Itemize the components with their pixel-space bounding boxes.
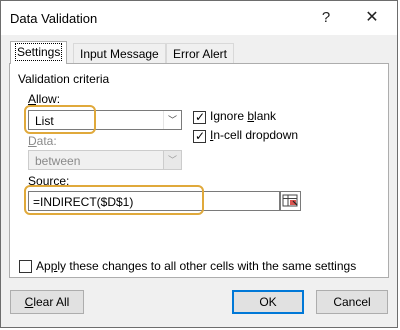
close-button[interactable]: ✕ <box>359 7 385 29</box>
in-cell-dropdown-label: In-cell dropdown <box>210 128 299 142</box>
tab-error-alert-label: Error Alert <box>173 47 228 61</box>
allow-select[interactable]: List ﹀ <box>28 110 182 130</box>
data-label: Data: <box>28 134 57 148</box>
in-cell-dropdown-checkbox[interactable]: ✓ <box>193 129 206 143</box>
data-validation-dialog: Data Validation ? ✕ Settings Input Messa… <box>0 0 398 328</box>
cancel-button[interactable]: Cancel <box>316 290 388 314</box>
ok-button[interactable]: OK <box>232 290 304 314</box>
data-select-value: between <box>35 154 81 168</box>
range-selector-icon <box>282 194 298 207</box>
range-selector-button[interactable] <box>280 191 301 211</box>
chevron-down-icon[interactable]: ﹀ <box>163 111 181 129</box>
source-input[interactable]: =INDIRECT($D$1) <box>28 191 280 211</box>
ignore-blank-checkbox[interactable]: ✓ <box>193 110 206 124</box>
apply-to-all-checkbox[interactable] <box>19 260 32 273</box>
allow-label: Allow: <box>28 92 61 106</box>
source-label: Source: <box>28 174 70 188</box>
title-bar[interactable]: Data Validation ? ✕ <box>1 1 397 35</box>
clear-all-button[interactable]: Clear All <box>10 290 84 314</box>
chevron-down-icon[interactable]: ﹀ <box>163 151 181 169</box>
ignore-blank-label: Ignore blank <box>210 109 277 123</box>
tab-settings-label: Settings <box>14 43 63 61</box>
tab-error-alert[interactable]: Error Alert <box>166 43 235 63</box>
tab-input-message[interactable]: Input Message <box>73 43 166 63</box>
allow-select-value: List <box>35 114 54 128</box>
dialog-title: Data Validation <box>10 11 98 26</box>
source-input-value: =INDIRECT($D$1) <box>33 195 134 209</box>
settings-panel: Validation criteria Allow: List ﹀ ✓ Igno… <box>9 63 389 278</box>
tab-input-message-label: Input Message <box>80 47 159 61</box>
tab-settings[interactable]: Settings <box>10 41 68 64</box>
checkmark-icon: ✓ <box>195 110 206 124</box>
checkmark-icon: ✓ <box>195 129 206 143</box>
data-select[interactable]: between ﹀ <box>28 150 182 170</box>
help-button[interactable]: ? <box>313 7 339 29</box>
apply-to-all-label: Apply these changes to all other cells w… <box>36 259 357 273</box>
validation-criteria-heading: Validation criteria <box>18 72 110 86</box>
